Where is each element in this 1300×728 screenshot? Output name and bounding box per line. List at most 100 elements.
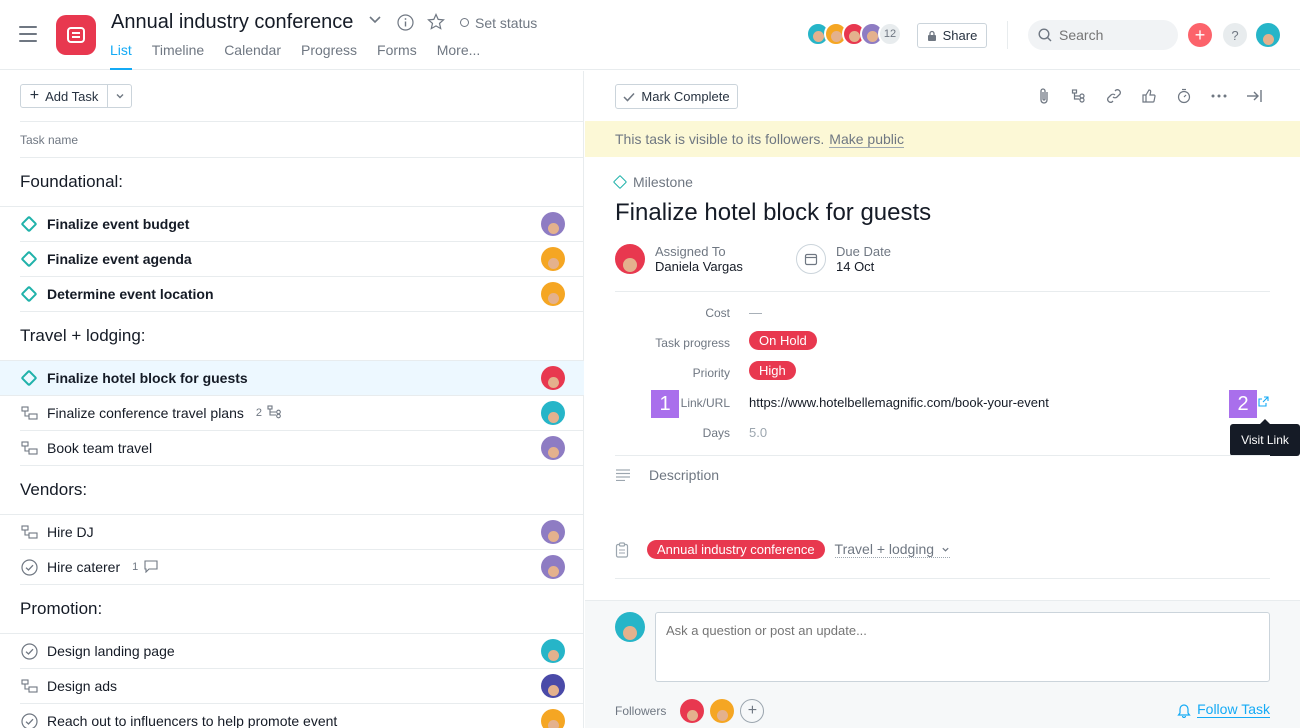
task-name[interactable]: Design ads xyxy=(47,678,117,694)
task-assignee-avatar[interactable] xyxy=(541,520,565,544)
info-icon[interactable] xyxy=(397,14,414,36)
task-assignee-avatar[interactable] xyxy=(541,247,565,271)
task-complete-toggle[interactable] xyxy=(20,215,38,233)
task-row[interactable]: Finalize hotel block for guests xyxy=(0,361,584,396)
search-bar[interactable] xyxy=(1028,20,1178,50)
tab-progress[interactable]: Progress xyxy=(301,42,357,70)
task-row[interactable]: Determine event location xyxy=(20,277,584,312)
task-complete-toggle[interactable] xyxy=(20,369,38,387)
task-assignee-avatar[interactable] xyxy=(541,709,565,728)
due-date-field[interactable]: Due Date 14 Oct xyxy=(796,244,891,274)
chevron-down-icon[interactable] xyxy=(368,12,382,31)
task-assignee-avatar[interactable] xyxy=(541,366,565,390)
follower-avatar[interactable] xyxy=(680,699,705,723)
star-icon[interactable] xyxy=(427,13,445,36)
task-progress-value[interactable]: On Hold xyxy=(749,331,817,350)
milestone-diamond-icon[interactable] xyxy=(20,285,38,303)
add-task-button[interactable]: + Add Task xyxy=(21,85,109,107)
quick-add-plus-icon[interactable]: + xyxy=(1188,23,1212,47)
task-complete-toggle[interactable] xyxy=(20,439,38,457)
cost-value[interactable]: — xyxy=(749,305,762,320)
milestone-diamond-icon[interactable] xyxy=(20,250,38,268)
task-assignee-avatar[interactable] xyxy=(541,555,565,579)
check-circle-icon[interactable] xyxy=(20,712,38,728)
task-assignee-avatar[interactable] xyxy=(541,674,565,698)
task-row[interactable]: Hire caterer 1 xyxy=(20,550,584,585)
days-value[interactable]: 5.0 xyxy=(749,425,767,440)
hamburger-menu-icon[interactable] xyxy=(19,26,37,42)
task-complete-toggle[interactable] xyxy=(20,285,38,303)
external-link-icon[interactable] xyxy=(1258,395,1269,410)
task-name[interactable]: Determine event location xyxy=(47,286,214,302)
task-complete-toggle[interactable] xyxy=(20,558,38,576)
user-avatar[interactable] xyxy=(1256,23,1280,47)
copy-link-icon[interactable] xyxy=(1104,86,1124,106)
check-circle-icon[interactable] xyxy=(20,558,38,576)
dependency-task-icon[interactable] xyxy=(20,406,38,420)
task-name[interactable]: Finalize event budget xyxy=(47,216,189,232)
add-task-dropdown[interactable] xyxy=(108,85,131,107)
task-name[interactable]: Hire DJ xyxy=(47,524,94,540)
mark-complete-button[interactable]: Mark Complete xyxy=(615,84,738,109)
description-field[interactable]: Description xyxy=(615,467,719,483)
share-button[interactable]: Share xyxy=(917,23,987,48)
milestone-diamond-icon[interactable] xyxy=(20,215,38,233)
follower-avatar[interactable] xyxy=(710,699,735,723)
task-row[interactable]: Design ads xyxy=(20,669,584,704)
check-circle-icon[interactable] xyxy=(20,642,38,660)
milestone-diamond-icon[interactable] xyxy=(20,369,38,387)
section-header[interactable]: Vendors: xyxy=(0,466,584,515)
member-count[interactable]: 12 xyxy=(878,22,902,46)
section-select[interactable]: Travel + lodging xyxy=(834,541,950,558)
section-header[interactable]: Foundational: xyxy=(0,158,584,207)
task-name[interactable]: Design landing page xyxy=(47,643,175,659)
set-status-button[interactable]: Set status xyxy=(460,15,537,31)
tab-more[interactable]: More... xyxy=(437,42,481,70)
add-follower-button[interactable]: + xyxy=(740,699,765,723)
task-name[interactable]: Book team travel xyxy=(47,440,152,456)
timer-icon[interactable] xyxy=(1174,86,1194,106)
dependency-task-icon[interactable] xyxy=(20,441,38,455)
more-actions-icon[interactable] xyxy=(1209,86,1229,106)
task-assignee-avatar[interactable] xyxy=(541,212,565,236)
task-complete-toggle[interactable] xyxy=(20,642,38,660)
task-complete-toggle[interactable] xyxy=(20,404,38,422)
tab-list[interactable]: List xyxy=(110,42,132,70)
comment-input[interactable] xyxy=(666,623,1259,671)
task-assignee-avatar[interactable] xyxy=(541,436,565,460)
section-header[interactable]: Promotion: xyxy=(0,585,584,634)
tab-forms[interactable]: Forms xyxy=(377,42,417,70)
task-row[interactable]: Reach out to influencers to help promote… xyxy=(20,704,584,728)
task-row[interactable]: Finalize event agenda xyxy=(20,242,584,277)
task-name[interactable]: Finalize conference travel plans xyxy=(47,405,244,421)
task-row[interactable]: Book team travel xyxy=(20,431,584,466)
task-complete-toggle[interactable] xyxy=(20,712,38,728)
task-complete-toggle[interactable] xyxy=(20,677,38,695)
subtask-icon[interactable] xyxy=(1069,86,1089,106)
like-icon[interactable] xyxy=(1139,86,1159,106)
task-assignee-avatar[interactable] xyxy=(541,282,565,306)
dependency-task-icon[interactable] xyxy=(20,525,38,539)
dependency-task-icon[interactable] xyxy=(20,679,38,693)
task-type-label[interactable]: Milestone xyxy=(612,174,693,190)
task-row[interactable]: Design landing page xyxy=(20,634,584,669)
link-url-value[interactable]: https://www.hotelbellemagnific.com/book-… xyxy=(749,395,1049,410)
assignee-field[interactable]: Assigned To Daniela Vargas xyxy=(615,244,743,274)
task-row[interactable]: Finalize conference travel plans 2 xyxy=(20,396,584,431)
task-complete-toggle[interactable] xyxy=(20,250,38,268)
task-assignee-avatar[interactable] xyxy=(541,401,565,425)
priority-value[interactable]: High xyxy=(749,361,796,380)
search-input[interactable] xyxy=(1059,27,1159,43)
task-name[interactable]: Hire caterer xyxy=(47,559,120,575)
task-name[interactable]: Finalize hotel block for guests xyxy=(47,370,248,386)
column-header-task-name[interactable]: Task name xyxy=(20,121,584,158)
task-row[interactable]: Finalize event budget xyxy=(20,207,584,242)
project-pill[interactable]: Annual industry conference xyxy=(647,540,825,559)
task-row[interactable]: Hire DJ xyxy=(20,515,584,550)
close-pane-icon[interactable] xyxy=(1244,86,1264,106)
task-assignee-avatar[interactable] xyxy=(541,639,565,663)
task-title[interactable]: Finalize hotel block for guests xyxy=(615,199,931,227)
help-button[interactable]: ? xyxy=(1223,23,1247,47)
task-complete-toggle[interactable] xyxy=(20,523,38,541)
project-members[interactable]: 12 xyxy=(806,22,902,46)
